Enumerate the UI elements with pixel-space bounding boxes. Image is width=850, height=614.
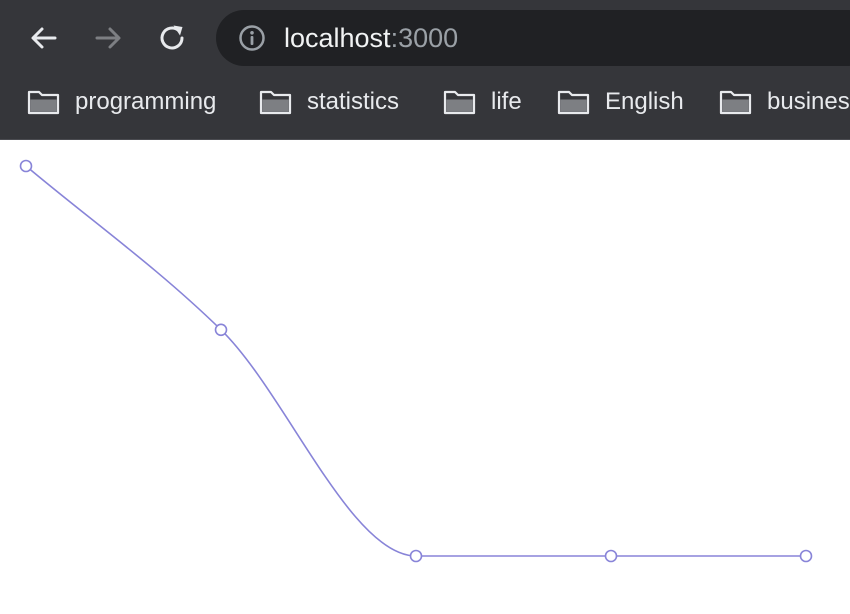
bookmark-label: statistics bbox=[307, 88, 400, 115]
bookmark-programming[interactable]: programming bbox=[27, 78, 216, 126]
data-point-4[interactable] bbox=[799, 549, 813, 563]
data-point-0[interactable] bbox=[19, 159, 33, 173]
data-point-2[interactable] bbox=[409, 549, 423, 563]
bookmark-life[interactable]: life bbox=[443, 78, 522, 126]
bookmark-business[interactable]: business bbox=[719, 78, 850, 126]
url-port: :3000 bbox=[390, 23, 459, 53]
info-icon[interactable] bbox=[238, 24, 266, 52]
bookmark-label: English bbox=[605, 88, 684, 115]
series-line bbox=[25, 165, 806, 557]
bookmark-label: business bbox=[767, 88, 850, 115]
bookmark-label: life bbox=[491, 88, 522, 115]
folder-icon bbox=[719, 90, 752, 115]
reload-button[interactable] bbox=[152, 18, 192, 58]
bookmark-statistics[interactable]: statistics bbox=[259, 78, 399, 126]
page-content bbox=[0, 140, 850, 614]
browser-toolbar: localhost:3000 bbox=[0, 0, 850, 78]
bookmark-english[interactable]: English bbox=[557, 78, 684, 126]
browser-chrome: localhost:3000 programming statistics li… bbox=[0, 0, 850, 140]
arrow-right-icon bbox=[95, 27, 121, 49]
folder-icon bbox=[27, 90, 60, 115]
back-button[interactable] bbox=[24, 18, 64, 58]
bookmark-label: programming bbox=[75, 88, 217, 115]
folder-icon bbox=[443, 90, 476, 115]
bookmarks-bar: programming statistics life English busi… bbox=[0, 78, 850, 140]
forward-button[interactable] bbox=[88, 18, 128, 58]
folder-icon bbox=[557, 90, 590, 115]
url-text[interactable]: localhost:3000 bbox=[284, 10, 458, 66]
address-bar[interactable]: localhost:3000 bbox=[216, 10, 850, 66]
data-point-3[interactable] bbox=[604, 549, 618, 563]
folder-icon bbox=[259, 90, 292, 115]
data-point-1[interactable] bbox=[214, 323, 228, 337]
reload-icon bbox=[160, 25, 184, 50]
url-host: localhost bbox=[284, 23, 391, 53]
line-chart bbox=[19, 159, 813, 563]
arrow-left-icon bbox=[31, 27, 57, 49]
